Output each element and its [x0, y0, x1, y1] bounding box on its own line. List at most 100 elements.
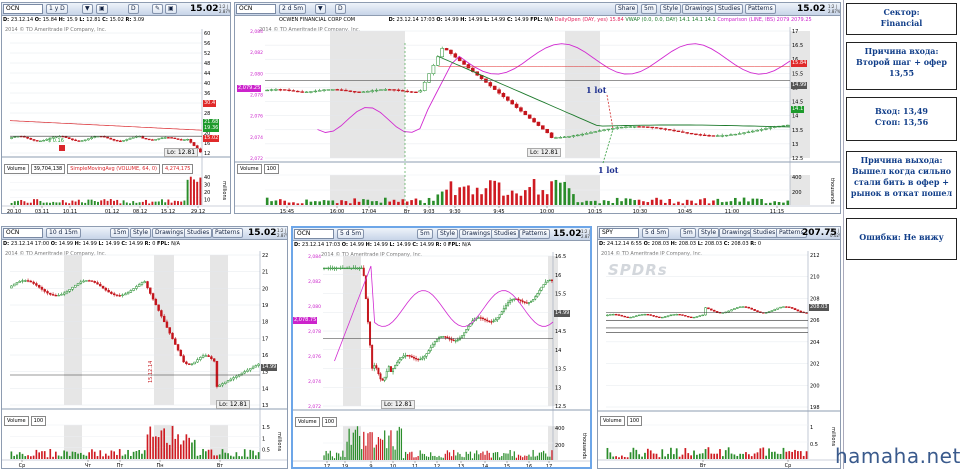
volume-bar — [484, 188, 488, 205]
volume-bar — [122, 200, 125, 205]
volume-bar — [130, 455, 132, 459]
dividend-icon[interactable] — [59, 145, 65, 151]
chart-panel-spy[interactable]: SPY 5 d 5m 5m Style Drawings Studies Pat… — [597, 226, 841, 469]
candle-body — [431, 343, 434, 348]
candle-body — [753, 309, 756, 311]
volume-bar — [545, 194, 549, 205]
candle-body — [544, 281, 547, 285]
candle-body — [650, 126, 654, 129]
volume-bar — [63, 450, 65, 459]
candle-body — [431, 65, 436, 75]
candle-body — [35, 283, 38, 286]
low-label: Lo: 12.81 — [216, 400, 251, 409]
volume-bar — [703, 198, 706, 205]
candle-body — [400, 357, 403, 360]
volume-bar — [664, 202, 667, 205]
volume-bar — [274, 200, 278, 205]
x-axis-tick: Вт — [217, 463, 223, 469]
x-axis-tick: 11:00 — [725, 209, 739, 214]
volume-bar — [542, 450, 545, 460]
volume-bar — [454, 195, 457, 205]
candle-body — [377, 367, 380, 374]
chart-panel-ocn-5m[interactable]: OCN 5 d 5m 5m Style Drawings Studies Pat… — [291, 226, 592, 469]
candle-body — [99, 283, 102, 287]
volume-axis-tick: 40 — [204, 175, 210, 181]
candle-body — [358, 267, 361, 270]
x-axis-tick: Вт — [404, 209, 410, 214]
volume-bar — [118, 449, 121, 459]
volume-bar — [436, 194, 440, 205]
candle-body — [396, 361, 399, 366]
volume-bar — [467, 185, 470, 205]
candle-body — [90, 137, 93, 140]
volume-bar — [541, 190, 545, 205]
volume-bar — [427, 197, 431, 205]
candle-body — [715, 311, 719, 313]
volume-bar — [26, 202, 29, 205]
volume-bar — [373, 447, 375, 460]
candle-body — [716, 135, 720, 137]
volume-bar — [713, 453, 716, 459]
candle-body — [492, 320, 495, 323]
volume-bar — [189, 176, 192, 205]
candle-body — [617, 314, 621, 316]
candle-body — [163, 137, 167, 139]
volume-bar — [760, 199, 763, 205]
volume-bar — [442, 457, 444, 460]
chart-panel-ocn-intraday[interactable]: OCN 2 d 5m ▼ D Share 5m Style Drawings S… — [234, 2, 841, 214]
volume-bar — [305, 199, 308, 205]
volume-bar — [183, 200, 186, 205]
candle-body — [707, 135, 711, 137]
candle-body — [686, 315, 690, 318]
volume-bar — [185, 434, 188, 459]
volume-bar — [720, 202, 724, 205]
x-axis-tick: Пн — [156, 463, 163, 469]
volume-bar — [396, 430, 398, 460]
volume-bar — [252, 450, 254, 459]
candle-body — [147, 138, 151, 141]
y-axis-tick: 13.5 — [555, 367, 566, 373]
volume-bar — [747, 201, 750, 205]
volume-bar — [461, 456, 463, 460]
candle-body — [43, 289, 46, 292]
volume-bar — [167, 199, 170, 205]
candle-body — [776, 307, 779, 310]
candle-body — [371, 344, 374, 369]
volume-bar — [440, 191, 444, 205]
candle-body — [157, 304, 160, 311]
candle-body — [37, 285, 41, 288]
price-tag: 15.02 — [203, 135, 220, 142]
volume-bar — [511, 456, 513, 460]
candle-body — [79, 281, 83, 284]
candle-body — [190, 363, 194, 365]
candle-body — [629, 316, 632, 319]
candle-body — [628, 126, 633, 128]
candle-body — [421, 357, 424, 360]
volume-bar — [432, 455, 434, 460]
chart-panel-ocn-daily[interactable]: OCN 1 y D ▼ ▣ D ✎ ▣ 15.02 1:2 | 2.87% D:… — [1, 2, 231, 214]
volume-bar — [235, 452, 238, 459]
candle-body — [135, 136, 138, 138]
candle-body — [692, 316, 696, 319]
volume-bar — [407, 453, 409, 460]
chart-panel-ocn-15m[interactable]: OCN 10 d 15m 15m Style Drawings Studies … — [1, 226, 288, 469]
x-axis-tick: 13 — [458, 464, 464, 469]
candle-body — [742, 132, 746, 134]
volume-bar — [270, 201, 273, 205]
candle-body — [396, 89, 401, 91]
volume-bar — [615, 197, 619, 205]
volume-bar — [698, 453, 701, 459]
candle-body — [462, 60, 466, 65]
candle-body — [456, 339, 459, 341]
volume-label: Volume 100 — [295, 417, 339, 427]
candle-body — [221, 383, 224, 386]
volume-bar — [779, 453, 782, 459]
candle-body — [589, 132, 593, 134]
candle-body — [646, 314, 650, 316]
volume-bar — [704, 449, 707, 459]
candle-body — [440, 336, 443, 338]
volume-bar — [690, 455, 692, 459]
candle-body — [465, 329, 468, 333]
volume-bar — [419, 450, 421, 460]
candle-body — [71, 286, 74, 290]
